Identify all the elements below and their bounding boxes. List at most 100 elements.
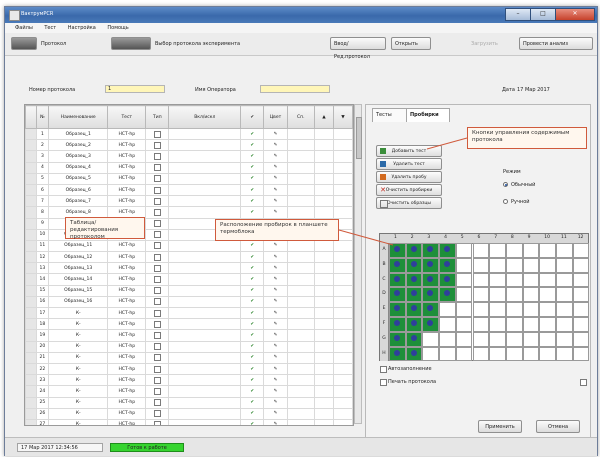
plate-well[interactable] <box>539 272 556 288</box>
plate-well[interactable] <box>505 257 523 273</box>
plate-well[interactable] <box>505 331 523 347</box>
type-checkbox[interactable] <box>145 273 170 286</box>
edit-icon[interactable]: ✎ <box>263 239 288 253</box>
plate-well[interactable] <box>455 243 473 258</box>
plate-well[interactable] <box>556 272 573 288</box>
check-mark[interactable]: ✔ <box>240 374 265 387</box>
plate-well[interactable] <box>472 257 490 273</box>
plate-well[interactable] <box>422 243 440 258</box>
table-row[interactable]: 15 Образец_15 НСТ-hp ✔ ✎ <box>25 284 353 297</box>
col-test[interactable]: Тест <box>107 105 147 129</box>
plate-well[interactable] <box>405 243 423 258</box>
plate-well[interactable] <box>556 243 573 258</box>
plate-well[interactable] <box>472 317 490 332</box>
check-mark[interactable]: ✔ <box>240 172 265 185</box>
checkbox[interactable] <box>153 208 161 216</box>
plate-well[interactable] <box>439 287 456 303</box>
col-include[interactable]: Вкл/искл <box>168 105 242 129</box>
plate-well[interactable] <box>572 243 590 258</box>
plate-well[interactable] <box>505 317 523 332</box>
check-mark[interactable]: ✔ <box>240 284 265 297</box>
menu-help[interactable]: Помощь <box>107 23 128 33</box>
edit-icon[interactable]: ✎ <box>263 251 288 264</box>
plate-well[interactable] <box>455 257 473 273</box>
edit-icon[interactable]: ✎ <box>263 150 288 163</box>
checkbox[interactable] <box>153 354 161 362</box>
plate-well[interactable] <box>472 346 490 362</box>
check-mark[interactable]: ✔ <box>240 407 265 420</box>
check-mark[interactable]: ✔ <box>240 295 265 309</box>
clear-samples-button[interactable]: Очистить образцы <box>376 197 442 209</box>
type-checkbox[interactable] <box>145 139 170 152</box>
checkbox[interactable] <box>153 309 161 317</box>
type-checkbox[interactable] <box>145 195 170 208</box>
type-checkbox[interactable] <box>145 161 170 174</box>
plate-well[interactable] <box>539 346 556 362</box>
plate-well[interactable] <box>522 243 540 258</box>
checkbox[interactable] <box>153 276 161 284</box>
plate-well[interactable] <box>472 243 490 258</box>
col-type[interactable]: Тип <box>145 105 170 129</box>
type-checkbox[interactable] <box>145 396 170 409</box>
plate-well[interactable] <box>422 287 440 303</box>
type-checkbox[interactable] <box>145 407 170 420</box>
check-mark[interactable]: ✔ <box>240 139 265 152</box>
operator-field[interactable] <box>260 85 330 93</box>
plate-well[interactable] <box>556 302 573 317</box>
plate-well[interactable] <box>505 287 523 303</box>
table-row[interactable]: 24 К- НСТ-hp ✔ ✎ <box>25 385 353 398</box>
plate-well[interactable] <box>489 317 506 332</box>
plate-well[interactable] <box>505 243 523 258</box>
plate-well[interactable] <box>522 272 540 288</box>
plate-well[interactable] <box>505 272 523 288</box>
plate-well[interactable] <box>572 317 590 332</box>
plate-well[interactable] <box>556 331 573 347</box>
table-row[interactable]: 18 К- НСТ-hp ✔ ✎ <box>25 318 353 331</box>
plate-well[interactable] <box>522 302 540 317</box>
checkbox[interactable] <box>153 343 161 351</box>
plate-well[interactable] <box>489 272 506 288</box>
plate-well[interactable] <box>439 331 456 347</box>
minimize-button[interactable]: – <box>505 8 531 21</box>
table-row[interactable]: 22 К- НСТ-hp ✔ ✎ <box>25 362 353 376</box>
col-list[interactable]: Сп. <box>286 105 315 129</box>
check-mark[interactable]: ✔ <box>240 195 265 208</box>
test-number-field[interactable]: 1 <box>105 85 165 93</box>
plate-well[interactable] <box>389 346 406 362</box>
plate-well[interactable] <box>522 331 540 347</box>
table-scrollbar[interactable] <box>354 104 362 424</box>
plate-well[interactable] <box>539 317 556 332</box>
cancel-button[interactable]: Отмена <box>536 420 580 433</box>
plate-well[interactable] <box>439 317 456 332</box>
plate-well[interactable] <box>455 287 473 303</box>
table-row[interactable]: 13 Образец_13 НСТ-hp ✔ ✎ <box>25 262 353 275</box>
checkbox[interactable] <box>153 331 161 339</box>
plate-well[interactable] <box>405 302 423 317</box>
edit-icon[interactable]: ✎ <box>263 318 288 331</box>
checkbox[interactable] <box>153 298 161 306</box>
edit-icon[interactable]: ✎ <box>263 362 288 376</box>
edit-icon[interactable]: ✎ <box>263 374 288 387</box>
edit-icon[interactable]: ✎ <box>263 295 288 309</box>
autofill-checkbox[interactable] <box>380 366 387 373</box>
plate-well[interactable] <box>405 257 423 273</box>
add-test-button[interactable]: Добавить тест <box>376 145 442 157</box>
type-checkbox[interactable] <box>145 262 170 275</box>
check-mark[interactable]: ✔ <box>240 351 265 364</box>
type-checkbox[interactable] <box>145 351 170 364</box>
table-row[interactable]: 21 К- НСТ-hp ✔ ✎ <box>25 351 353 364</box>
col-check[interactable]: ✔ <box>240 105 265 129</box>
type-checkbox[interactable] <box>145 172 170 185</box>
plate-well[interactable] <box>422 257 440 273</box>
table-row[interactable]: 12 Образец_12 НСТ-hp ✔ ✎ <box>25 251 353 264</box>
type-checkbox[interactable] <box>145 295 170 309</box>
edit-icon[interactable]: ✎ <box>263 161 288 174</box>
plate-well[interactable] <box>522 346 540 362</box>
edit-icon[interactable]: ✎ <box>263 329 288 342</box>
apply-button[interactable]: Применить <box>478 420 522 433</box>
table-row[interactable]: 19 К- НСТ-hp ✔ ✎ <box>25 329 353 342</box>
checkbox[interactable] <box>153 197 161 205</box>
checkbox[interactable] <box>153 130 161 138</box>
type-checkbox[interactable] <box>145 183 170 197</box>
tab-tests[interactable]: Тесты <box>372 108 410 122</box>
